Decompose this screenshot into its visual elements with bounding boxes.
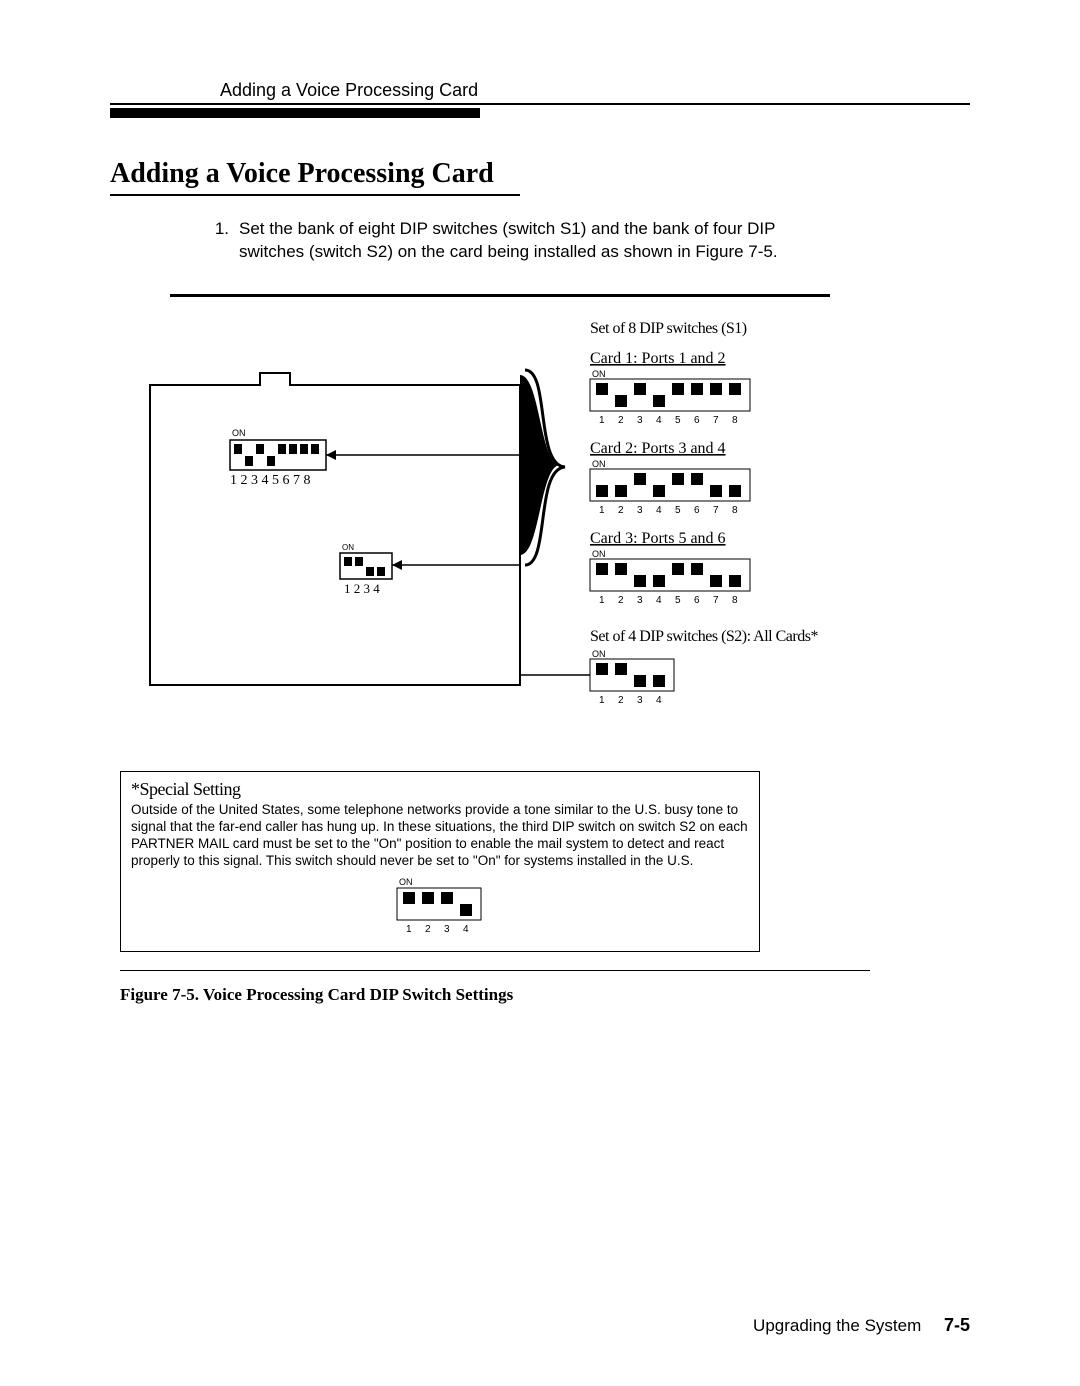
svg-text:5: 5	[675, 595, 681, 606]
svg-text:5: 5	[675, 505, 681, 516]
on-c3: ON	[592, 549, 606, 559]
svg-text:1: 1	[599, 415, 605, 426]
svg-text:1: 1	[599, 695, 605, 706]
card2-label: Card 2: Ports 3 and 4	[590, 440, 726, 457]
figure-bottom-rule	[120, 970, 870, 971]
dip-diagram-svg: 1 2 3 4 5 6 7 8 ON 1 2 3 4 ON	[120, 315, 970, 765]
figure-label: Figure 7-5. Voice Processing Card DIP Sw…	[120, 985, 970, 1005]
svg-text:4: 4	[656, 695, 662, 706]
section-title-rule	[110, 194, 520, 196]
svg-text:3: 3	[637, 695, 643, 706]
card3-label: Card 3: Ports 5 and 6	[590, 530, 726, 547]
step-1: 1. Set the bank of eight DIP switches (s…	[205, 218, 970, 264]
svg-text:2: 2	[618, 595, 624, 606]
svg-text:4: 4	[656, 415, 662, 426]
step-number: 1.	[205, 218, 229, 264]
on-label-board-s2: ON	[342, 543, 354, 552]
svg-text:1: 1	[599, 505, 605, 516]
svg-text:7: 7	[713, 595, 719, 606]
special-setting-box: *Special Setting Outside of the United S…	[120, 771, 760, 952]
page-number: 7-5	[944, 1315, 970, 1335]
svg-text:6: 6	[694, 505, 700, 516]
on-s2: ON	[592, 649, 606, 659]
s1-numbers-small: 1 2 3 4 5 6 7 8	[230, 473, 311, 488]
svg-text:8: 8	[732, 415, 738, 426]
svg-text:ON: ON	[399, 877, 413, 887]
svg-text:2: 2	[618, 415, 624, 426]
on-c2: ON	[592, 459, 606, 469]
card1-label: Card 1: Ports 1 and 2	[590, 350, 726, 367]
svg-text:1: 1	[599, 595, 605, 606]
step-text: Set the bank of eight DIP switches (swit…	[239, 218, 799, 264]
special-setting-dip: ON 1 2 3 4	[131, 876, 749, 941]
special-setting-title: *Special Setting	[131, 778, 749, 801]
black-bar	[110, 108, 480, 118]
figure-top-rule	[170, 294, 830, 297]
svg-text:8: 8	[732, 505, 738, 516]
svg-text:3: 3	[637, 415, 643, 426]
svg-text:2: 2	[618, 695, 624, 706]
svg-text:4: 4	[463, 924, 469, 935]
section-title: Adding a Voice Processing Card	[110, 158, 970, 190]
svg-text:4: 4	[656, 505, 662, 516]
svg-text:2: 2	[618, 505, 624, 516]
s1-title: Set of 8 DIP switches (S1)	[590, 320, 747, 337]
svg-text:6: 6	[694, 415, 700, 426]
running-head: Adding a Voice Processing Card	[220, 80, 970, 101]
svg-text:2: 2	[425, 924, 431, 935]
page-footer: Upgrading the System 7-5	[753, 1315, 970, 1336]
svg-text:8: 8	[732, 595, 738, 606]
footer-text: Upgrading the System	[753, 1316, 921, 1335]
svg-text:3: 3	[637, 595, 643, 606]
figure-7-5: 1 2 3 4 5 6 7 8 ON 1 2 3 4 ON	[120, 315, 970, 765]
special-setting-body: Outside of the United States, some telep…	[131, 802, 749, 870]
svg-text:7: 7	[713, 415, 719, 426]
top-rule	[110, 103, 970, 105]
s2-title: Set of 4 DIP switches (S2): All Cards*	[590, 628, 818, 645]
svg-text:1: 1	[406, 924, 412, 935]
s2-numbers-small: 1 2 3 4	[344, 581, 380, 596]
on-label-board-s1: ON	[232, 428, 246, 438]
svg-text:7: 7	[713, 505, 719, 516]
svg-text:3: 3	[637, 505, 643, 516]
svg-text:5: 5	[675, 415, 681, 426]
svg-text:3: 3	[444, 924, 450, 935]
svg-text:4: 4	[656, 595, 662, 606]
on-c1: ON	[592, 369, 606, 379]
svg-text:6: 6	[694, 595, 700, 606]
